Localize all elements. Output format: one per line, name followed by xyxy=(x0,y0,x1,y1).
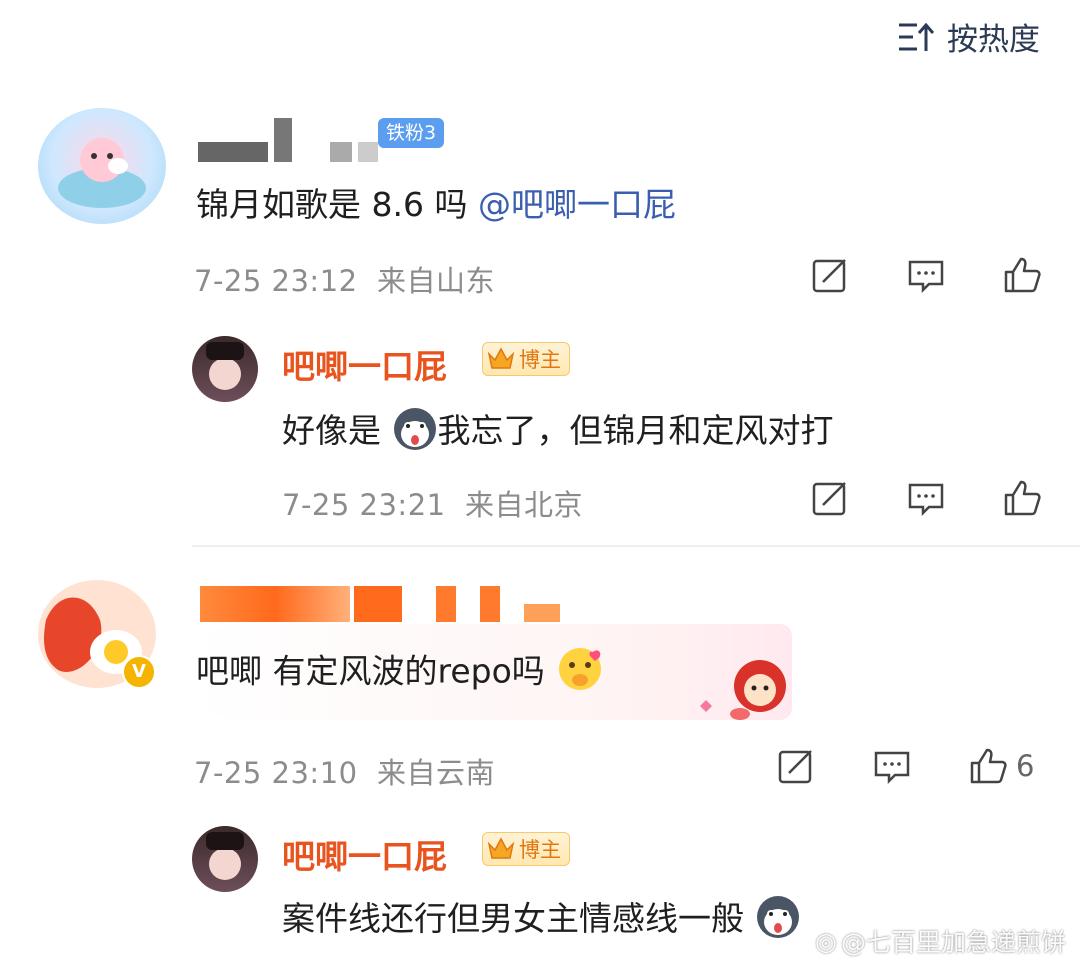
crown-icon xyxy=(487,347,515,369)
like-button[interactable] xyxy=(1002,255,1042,295)
comment-icon xyxy=(908,483,944,517)
share-icon xyxy=(812,482,846,516)
sort-label: 按热度 xyxy=(947,22,1040,58)
comment-text: 吧唧 有定风波的repo吗 xyxy=(196,644,605,702)
comment-meta: 7-25 23:10 来自云南 xyxy=(194,750,495,792)
comment-meta: 7-25 23:12 来自山东 xyxy=(194,258,495,300)
reply-time: 7-25 23:21 xyxy=(282,488,446,522)
sort-by-hot-button[interactable]: 按热度 xyxy=(897,14,1040,59)
blurred-username xyxy=(198,118,378,162)
share-button[interactable] xyxy=(810,255,850,295)
comment-actions xyxy=(810,255,1042,295)
reply-text: 案件线还行但男女主情感线一般 xyxy=(282,892,801,948)
avatar[interactable] xyxy=(38,108,166,224)
watermark: ◎ @七百里加急递煎饼 xyxy=(815,926,1066,958)
share-icon xyxy=(812,259,846,293)
sort-icon xyxy=(899,22,935,51)
thumbs-up-icon xyxy=(970,748,1007,784)
comment-location: 来自云南 xyxy=(377,756,496,790)
blogger-badge: 博主 xyxy=(482,832,570,866)
comment-time: 7-25 23:10 xyxy=(194,756,358,790)
verified-icon: V xyxy=(122,655,156,689)
crown-icon xyxy=(487,837,515,859)
blogger-badge: 博主 xyxy=(482,342,570,376)
reply-button[interactable] xyxy=(906,478,946,518)
share-button[interactable] xyxy=(776,746,816,786)
thumbs-up-icon xyxy=(1004,480,1041,516)
reply-meta: 7-25 23:21 来自北京 xyxy=(282,482,583,524)
avatar[interactable] xyxy=(192,826,258,892)
comment-time: 7-25 23:12 xyxy=(194,264,358,298)
reply-text: 好像是 我忘了，但锦月和定风对打 xyxy=(282,404,834,460)
weibo-logo-icon: ◎ xyxy=(815,926,837,956)
husky-emoji-icon xyxy=(392,406,438,460)
share-button[interactable] xyxy=(810,478,850,518)
comment-location: 来自山东 xyxy=(377,264,496,298)
thumbs-up-icon xyxy=(1004,257,1041,293)
like-button[interactable] xyxy=(1002,478,1042,518)
reply-author[interactable]: 吧唧一口屁 xyxy=(282,340,447,388)
reply-location: 来自北京 xyxy=(465,488,584,522)
reply-button[interactable] xyxy=(906,255,946,295)
comment-text: 锦月如歌是 8.6 吗 @吧唧一口屁 xyxy=(196,185,676,224)
comment-icon xyxy=(908,260,944,294)
share-icon xyxy=(778,750,812,784)
like-button[interactable] xyxy=(968,746,1008,786)
divider xyxy=(192,545,1080,547)
reply-author[interactable]: 吧唧一口屁 xyxy=(282,830,447,878)
reply-button[interactable] xyxy=(872,746,912,786)
comment-icon xyxy=(874,751,910,785)
comment-actions: 6 xyxy=(776,746,1034,786)
cartoon-decoration-icon xyxy=(696,656,792,722)
blurred-username xyxy=(200,586,560,622)
avatar[interactable] xyxy=(192,336,258,402)
reply-actions xyxy=(810,478,1042,518)
mention-link[interactable]: @吧唧一口屁 xyxy=(478,185,676,224)
like-count: 6 xyxy=(1016,749,1035,783)
fan-level-badge: 铁粉3 xyxy=(378,118,445,148)
praying-face-emoji-icon xyxy=(555,644,605,702)
husky-emoji-icon xyxy=(755,894,801,948)
